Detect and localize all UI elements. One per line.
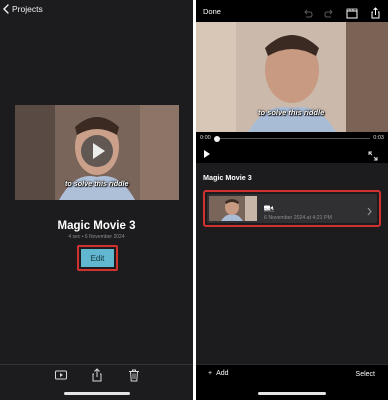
play-overlay-button[interactable]: [81, 135, 113, 167]
share-icon[interactable]: [90, 368, 104, 382]
scrubber-track[interactable]: [215, 138, 370, 139]
project-meta: 4 sec • 6 November 2024: [68, 234, 125, 240]
select-button[interactable]: Select: [356, 371, 375, 378]
video-preview[interactable]: to solve this riddle: [196, 22, 388, 132]
clip-thumbnail: [209, 196, 257, 221]
projects-back-button[interactable]: Projects: [3, 2, 43, 16]
home-indicator: [64, 392, 130, 395]
chevron-left-icon: [3, 4, 9, 14]
project-thumbnail[interactable]: to solve this riddle: [15, 105, 179, 200]
edit-button[interactable]: Edit: [81, 249, 114, 267]
trash-icon[interactable]: [127, 368, 141, 382]
current-time: 0:00: [200, 135, 211, 141]
clip-duration: 0:03: [264, 208, 275, 214]
play-icon[interactable]: [204, 150, 210, 158]
project-title: Magic Movie 3: [57, 220, 136, 232]
scrubber-handle[interactable]: [214, 135, 220, 142]
clip-date: 6 November 2024 at 4:21 PM: [264, 215, 332, 221]
clip-row[interactable]: 0:03 6 November 2024 at 4:21 PM: [207, 194, 377, 223]
section-title: Magic Movie 3: [203, 173, 252, 182]
add-button[interactable]: + Add: [208, 370, 229, 377]
home-indicator: [258, 392, 326, 395]
done-button[interactable]: Done: [203, 7, 221, 16]
toolbar-divider: [196, 364, 388, 365]
video-caption: to solve this riddle: [65, 179, 129, 188]
video-caption: to solve this riddle: [258, 108, 325, 117]
video-frame-image: [209, 196, 257, 221]
project-detail-panel: Projects to solve this riddle Magic Movi…: [0, 0, 193, 400]
edit-highlight: Edit: [77, 245, 118, 271]
toolbar-divider: [0, 364, 193, 365]
clip-highlight: 0:03 6 November 2024 at 4:21 PM: [203, 190, 381, 227]
plus-icon: +: [208, 370, 213, 377]
chevron-right-icon[interactable]: [367, 203, 372, 221]
play-icon[interactable]: [54, 368, 68, 382]
total-time: 0:03: [373, 135, 384, 141]
add-label: Add: [216, 370, 229, 377]
back-label: Projects: [12, 4, 43, 14]
